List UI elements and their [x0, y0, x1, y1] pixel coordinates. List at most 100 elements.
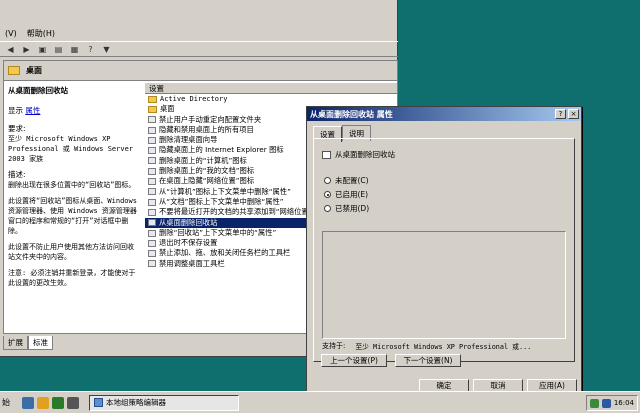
- folder-icon: [148, 95, 157, 103]
- start-button[interactable]: 始: [0, 397, 18, 408]
- taskbar-item-gpedit[interactable]: 本地组策略编辑器: [89, 394, 239, 411]
- radio-enabled-dot[interactable]: [324, 191, 331, 198]
- setting-name: 从桌面删除回收站: [335, 150, 395, 159]
- radio-not-configured[interactable]: 未配置(C): [324, 175, 369, 186]
- policy-icon: [148, 239, 156, 247]
- description-text: 删除出现在很多位置中的“回收站”图标。: [8, 181, 136, 189]
- setting-title: 从桌面删除回收站: [8, 86, 68, 95]
- window-top-area: [0, 0, 397, 22]
- list-item-label: 删除“回收站”上下文菜单中的“属性”: [159, 227, 277, 237]
- list-column-header[interactable]: 设置: [145, 83, 397, 94]
- view-tabs: 扩展 标准: [3, 336, 53, 350]
- taskbar: 始 本地组策略编辑器 16:04: [0, 391, 640, 413]
- policy-icon: [148, 126, 156, 134]
- radio-disabled-dot[interactable]: [324, 205, 331, 212]
- menu-view[interactable]: (V): [0, 29, 22, 38]
- policy-icon: [148, 250, 156, 258]
- network-icon[interactable]: [589, 398, 599, 408]
- list-item-label: 删除桌面上的“计算机”图标: [159, 155, 247, 165]
- back-icon[interactable]: ◀: [4, 43, 17, 55]
- server-manager-icon[interactable]: [52, 396, 64, 409]
- list-item-label: 禁止添加、拖、放和关闭任务栏的工具栏: [159, 248, 291, 258]
- properties-link[interactable]: 属性: [25, 106, 40, 115]
- policy-icon: [148, 219, 156, 227]
- radio-not-configured-dot[interactable]: [324, 177, 331, 184]
- show-tree-icon[interactable]: ▤: [52, 43, 65, 55]
- policy-icon: [148, 188, 156, 196]
- policy-icon: [148, 116, 156, 124]
- menu-help[interactable]: 帮助(H): [22, 28, 60, 39]
- display-label: 显示: [8, 106, 23, 115]
- previous-setting-button[interactable]: 上一个设置(P): [321, 354, 387, 367]
- list-item-label: 删除桌面上的“我的文档”图标: [159, 166, 255, 176]
- description-pane: 从桌面删除回收站 显示 属性 要求: 至少 Microsoft Windows …: [4, 83, 143, 333]
- dialog-help-button[interactable]: ?: [555, 109, 566, 119]
- policy-icon: [148, 136, 156, 144]
- supported-on-row: 支持于: 至少 Microsoft Windows XP Professiona…: [322, 341, 531, 351]
- list-item-label: 删除清理桌面向导: [159, 135, 218, 145]
- terminal-icon[interactable]: [67, 396, 79, 409]
- tab-standard[interactable]: 标准: [28, 336, 53, 350]
- properties-icon[interactable]: ▦: [68, 43, 81, 55]
- desktop-icon[interactable]: [22, 396, 34, 409]
- options-box: [322, 231, 566, 339]
- list-item-label: 隐藏桌面上的 Internet Explorer 图标: [159, 145, 284, 155]
- properties-dialog: 从桌面删除回收站 属性 ? × 设置 说明 从桌面删除回收站 未配置(C) 已启…: [306, 106, 582, 394]
- setting-name-row: 从桌面删除回收站: [322, 149, 395, 160]
- list-item-label: 从桌面删除回收站: [159, 217, 218, 227]
- filter-icon[interactable]: ▼: [100, 43, 113, 55]
- radio-disabled[interactable]: 已禁用(D): [324, 203, 369, 214]
- description-label: 描述:: [8, 170, 26, 179]
- policy-icon: [148, 147, 156, 155]
- policy-icon: [148, 157, 156, 165]
- policy-icon: [322, 150, 331, 159]
- forward-icon[interactable]: ▶: [20, 43, 33, 55]
- volume-icon[interactable]: [601, 398, 611, 408]
- radio-not-configured-label: 未配置(C): [335, 176, 369, 185]
- description-paragraph-1: 此设置将“回收站”图标从桌面、Windows 资源管理器、使用 Windows …: [8, 197, 137, 235]
- up-folder-icon[interactable]: ▣: [36, 43, 49, 55]
- dialog-title: 从桌面删除回收站 属性: [310, 109, 393, 119]
- list-item-label: Active Directory: [160, 95, 228, 103]
- clock[interactable]: 16:04: [614, 399, 634, 407]
- list-item-label: 从“计算机”图标上下文菜单中删除“属性”: [159, 186, 291, 196]
- display-row: 显示 属性: [8, 106, 139, 116]
- radio-enabled-label: 已启用(E): [335, 190, 369, 199]
- policy-icon: [148, 260, 156, 268]
- supported-on-label: 支持于:: [322, 342, 346, 350]
- policy-icon: [148, 229, 156, 237]
- policy-icon: [148, 198, 156, 206]
- list-item-label: 从“文档”图标上下文菜单中删除“属性”: [159, 196, 284, 206]
- description-paragraph-2: 此设置不防止用户使用其他方法访问回收站文件夹中的内容。: [8, 243, 134, 261]
- next-setting-button[interactable]: 下一个设置(N): [395, 354, 461, 367]
- system-tray: 16:04: [585, 395, 638, 411]
- list-item-label: 在桌面上隐藏“网络位置”图标: [159, 176, 255, 186]
- policy-icon: [148, 178, 156, 186]
- taskbar-item-label: 本地组策略编辑器: [106, 398, 166, 407]
- description-paragraph-3: 注意: 必须注销并重新登录，才能使对于此设置的更改生效。: [8, 269, 136, 287]
- pane-header: 桌面: [4, 61, 397, 81]
- radio-disabled-label: 已禁用(D): [335, 204, 370, 213]
- list-item-label: 桌面: [160, 104, 175, 114]
- gpedit-icon: [94, 398, 103, 407]
- requirements-label: 要求:: [8, 124, 26, 133]
- list-item[interactable]: Active Directory: [145, 94, 397, 104]
- policy-icon: [148, 208, 156, 216]
- list-item-label: 禁止用户手动重定向配置文件夹: [159, 114, 262, 124]
- explorer-icon[interactable]: [37, 396, 49, 409]
- dialog-close-button[interactable]: ×: [568, 109, 579, 119]
- list-item-label: 不要将最近打开的文档的共享添加到“网络位置”: [159, 207, 313, 217]
- folder-icon: [8, 66, 20, 75]
- menu-bar: (V) 帮助(H): [0, 26, 398, 40]
- setting-panel: 从桌面删除回收站 未配置(C) 已启用(E) 已禁用(D) 支持于: 至少 Mi…: [313, 138, 575, 362]
- policy-icon: [148, 167, 156, 175]
- tab-extended[interactable]: 扩展: [3, 336, 28, 350]
- pane-header-title: 桌面: [26, 66, 42, 75]
- dialog-title-bar: 从桌面删除回收站 属性: [307, 107, 581, 121]
- help-icon[interactable]: ?: [84, 43, 97, 55]
- folder-icon: [148, 105, 157, 113]
- radio-enabled[interactable]: 已启用(E): [324, 189, 368, 200]
- requirements-text: 至少 Microsoft Windows XP Professional 或 W…: [8, 135, 134, 163]
- supported-on-value: 至少 Microsoft Windows XP Professional 或..…: [355, 343, 532, 351]
- toolbar: ◀ ▶ ▣ ▤ ▦ ? ▼: [0, 41, 398, 57]
